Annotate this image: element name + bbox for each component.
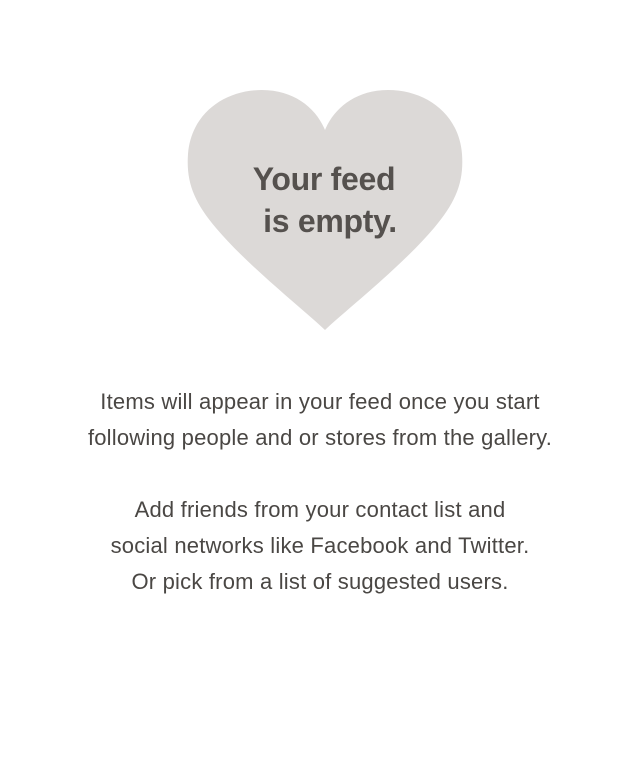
empty-feed-screen: Your feed is empty. Items will appear in… [0, 0, 640, 775]
empty-feed-description: Items will appear in your feed once you … [0, 384, 640, 456]
empty-feed-title-line: Your feed [252, 161, 396, 197]
description-line: Items will appear in your feed once you … [100, 389, 540, 414]
description-line: following people and or stores from the … [87, 425, 553, 450]
empty-feed-illustration: Your feed is empty. [186, 88, 464, 332]
suggestion-line: Or pick from a list of suggested users. [131, 569, 509, 594]
suggestion-line: Add friends from your contact list and [134, 497, 506, 522]
empty-feed-title: Your feed is empty. [186, 158, 464, 242]
empty-feed-suggestions: Add friends from your contact list and s… [0, 492, 640, 600]
empty-feed-title-line: is empty. [263, 203, 397, 239]
suggestion-line: social networks like Facebook and Twitte… [110, 533, 530, 558]
